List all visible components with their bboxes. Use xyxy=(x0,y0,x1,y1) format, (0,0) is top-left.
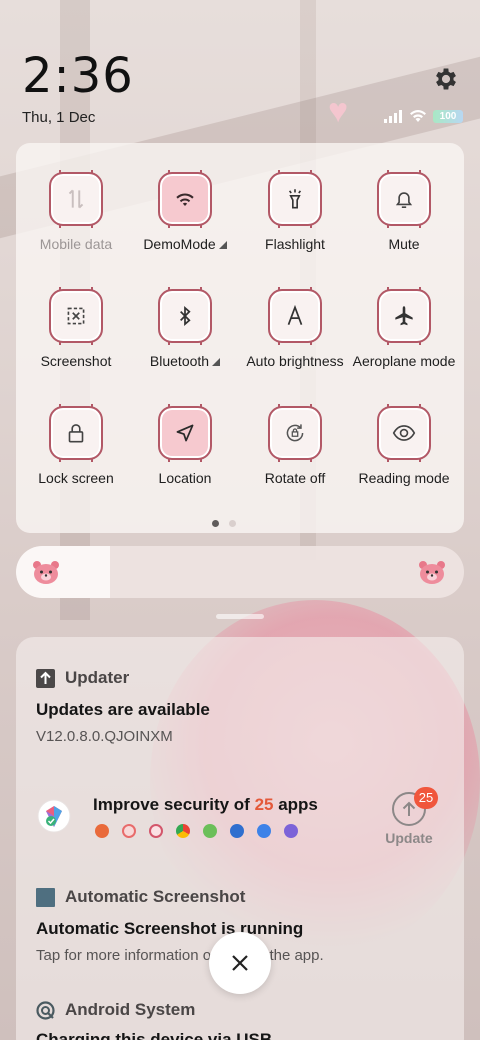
security-app-icon xyxy=(37,799,71,833)
updater-app-icon xyxy=(36,668,55,688)
update-count-badge: 25 xyxy=(414,787,438,809)
expand-triangle-icon xyxy=(212,358,221,366)
location-icon xyxy=(158,404,212,462)
tile-bluetooth[interactable]: Bluetooth xyxy=(126,287,244,401)
android-system-app-name: Android System xyxy=(65,1000,196,1019)
app-icon xyxy=(203,824,217,838)
updater-notification-title[interactable]: Updates are available xyxy=(36,700,210,720)
heart-decoration: ♥ xyxy=(328,92,349,130)
security-title-suffix: apps xyxy=(273,795,318,814)
app-icon xyxy=(284,824,298,838)
app-icon xyxy=(230,824,244,838)
tile-label: Mute xyxy=(388,236,420,252)
bell-icon xyxy=(377,170,431,228)
brightness-slider[interactable] xyxy=(16,546,464,598)
status-bar-icons: 100 xyxy=(383,109,463,123)
updater-notification-text: V12.0.8.0.QJOINXM xyxy=(36,728,173,745)
clock: 2:36 xyxy=(22,48,134,104)
tile-label: Rotate off xyxy=(264,470,326,486)
tile-lock-screen[interactable]: Lock screen xyxy=(17,404,135,518)
tile-label-row: DemoMode xyxy=(126,236,244,252)
security-notification-title[interactable]: Improve security of 25 apps xyxy=(93,795,318,815)
tile-demomode[interactable]: DemoMode xyxy=(126,170,244,284)
tile-aeroplane-mode[interactable]: Aeroplane mode xyxy=(345,287,463,401)
screenshot-notification-title[interactable]: Automatic Screenshot is running xyxy=(36,919,303,939)
auto-brightness-icon xyxy=(268,287,322,345)
tile-mute[interactable]: Mute xyxy=(345,170,463,284)
updater-app-row: Updater xyxy=(36,668,129,688)
clear-all-button[interactable] xyxy=(209,932,271,994)
android-system-icon xyxy=(36,1000,55,1020)
tile-label: Bluetooth xyxy=(149,353,210,369)
battery-indicator: 100 xyxy=(433,109,463,123)
app-icon xyxy=(257,824,271,838)
tile-label-row: Bluetooth xyxy=(126,353,244,369)
app-icon xyxy=(122,824,136,838)
page-dot xyxy=(229,520,236,527)
brightness-fill xyxy=(16,546,110,598)
tile-label: Mobile data xyxy=(39,236,113,252)
close-icon xyxy=(232,955,248,971)
tile-auto-brightness[interactable]: Auto brightness xyxy=(236,287,354,401)
drag-handle[interactable] xyxy=(216,614,264,619)
tile-rotate-off[interactable]: Rotate off xyxy=(236,404,354,518)
tile-label: Auto brightness xyxy=(246,353,344,369)
page-indicator xyxy=(212,520,236,527)
app-icon-row xyxy=(95,824,298,838)
signal-icon xyxy=(384,110,402,123)
update-button-label: Update xyxy=(385,830,433,846)
tile-label: Flashlight xyxy=(265,236,325,252)
auto-screenshot-app-icon xyxy=(36,887,55,907)
app-icon xyxy=(149,824,163,838)
eye-icon xyxy=(377,404,431,462)
tile-flashlight[interactable]: Flashlight xyxy=(236,170,354,284)
android-system-notification-title[interactable]: Charging this device via USB xyxy=(36,1030,272,1040)
screenshot-app-name: Automatic Screenshot xyxy=(65,887,246,906)
updater-app-name: Updater xyxy=(65,668,130,687)
gear-icon[interactable] xyxy=(432,65,460,93)
screenshot-notification-text: Tap for more information or to stop the … xyxy=(36,947,324,964)
tile-location[interactable]: Location xyxy=(126,404,244,518)
tile-label: Reading mode xyxy=(358,470,450,486)
app-icon xyxy=(95,824,109,838)
chrome-icon xyxy=(176,824,190,838)
bear-high-brightness-icon xyxy=(419,561,445,584)
android-system-app-row: Android System xyxy=(36,1000,195,1020)
bear-low-brightness-icon xyxy=(33,561,59,584)
security-app-count: 25 xyxy=(254,795,274,814)
date: Thu, 1 Dec xyxy=(22,109,96,126)
expand-triangle-icon xyxy=(218,241,227,249)
page-dot-active xyxy=(212,520,219,527)
flashlight-icon xyxy=(268,170,322,228)
tile-label: Screenshot xyxy=(40,353,112,369)
tile-label: DemoMode xyxy=(143,236,216,252)
tile-label: Lock screen xyxy=(38,470,114,486)
bluetooth-icon xyxy=(158,287,212,345)
mobile-data-icon xyxy=(49,170,103,228)
rotate-lock-icon xyxy=(268,404,322,462)
security-title-prefix: Improve security of xyxy=(93,795,255,814)
airplane-icon xyxy=(377,287,431,345)
lock-icon xyxy=(49,404,103,462)
tile-mobile-data[interactable]: Mobile data xyxy=(17,170,135,284)
wifi-icon xyxy=(158,170,212,228)
tile-reading-mode[interactable]: Reading mode xyxy=(345,404,463,518)
screenshot-icon xyxy=(49,287,103,345)
tile-screenshot[interactable]: Screenshot xyxy=(17,287,135,401)
tile-label: Aeroplane mode xyxy=(352,353,456,369)
tile-label: Location xyxy=(158,470,212,486)
screenshot-app-row: Automatic Screenshot xyxy=(36,887,245,907)
wifi-status-icon xyxy=(410,110,426,122)
